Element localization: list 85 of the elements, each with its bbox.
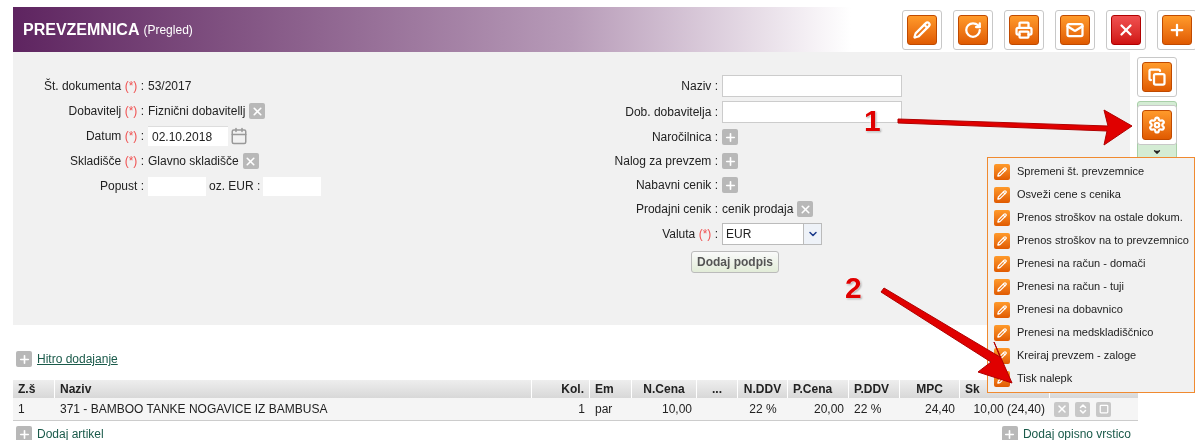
- field-label: Nabavni cenik :: [635, 177, 718, 194]
- menu-item[interactable]: Prenesi na dobavnico: [988, 298, 1194, 321]
- field-value: 53/2017: [148, 78, 192, 95]
- field-label: Valuta (*) :: [662, 226, 718, 243]
- remove-icon[interactable]: [242, 153, 259, 169]
- field-value: Glavno skladišče: [148, 153, 239, 170]
- plus-icon: [1168, 21, 1186, 39]
- add-icon[interactable]: [722, 153, 738, 169]
- settings-dropdown-button[interactable]: [1137, 101, 1177, 160]
- menu-item[interactable]: Prenesi na račun - domači: [988, 252, 1194, 275]
- remove-icon[interactable]: [249, 103, 266, 119]
- pencil-icon: [913, 21, 931, 39]
- page-title: PREVZEMNICA: [23, 19, 140, 40]
- quick-add-link[interactable]: Hitro dodajanje: [37, 350, 118, 368]
- toolbar-button[interactable]: [1157, 10, 1195, 50]
- annotation-number: 2: [845, 272, 862, 304]
- settings-button[interactable]: [1137, 105, 1177, 145]
- pencil-icon: [997, 327, 1007, 338]
- field-value: Fiznični dobavitellj: [148, 103, 246, 120]
- table-cell-text: 10,00: [660, 401, 693, 418]
- field-label: Naziv :: [681, 78, 718, 95]
- pencil-icon: [997, 235, 1007, 246]
- field-label: Dob. dobavitelja :: [625, 104, 718, 121]
- table-cell-text: 20,00: [812, 401, 845, 418]
- refresh-icon: [964, 21, 982, 39]
- pencil-icon: [997, 304, 1007, 315]
- field-label: Dobavitelj (*) :: [68, 103, 144, 120]
- menu-item[interactable]: Prenos stroškov na ostale dokum.: [988, 206, 1194, 229]
- field-label: Št. dokumenta (*) :: [43, 77, 144, 95]
- pencil-icon: [997, 166, 1007, 177]
- pencil-icon: [997, 212, 1007, 223]
- field-label: Popust :: [99, 178, 144, 195]
- toolbar-button[interactable]: [1106, 10, 1146, 50]
- sign-button[interactable]: Dodaj podpis: [691, 251, 779, 273]
- page-subtitle: (Pregled): [143, 21, 193, 39]
- field-label: oz. EUR :: [209, 178, 261, 195]
- menu-item[interactable]: Prenos stroškov na to prevzemnico: [988, 229, 1194, 252]
- copy-button[interactable]: [1137, 57, 1177, 97]
- settings-icon: [1148, 116, 1166, 134]
- annotation-number: 1: [864, 105, 881, 137]
- table-cell-text: 1: [577, 401, 586, 418]
- pencil-icon: [997, 189, 1007, 200]
- field-label: Naročilnica :: [651, 129, 718, 146]
- toolbar-button[interactable]: [953, 10, 993, 50]
- close-icon: [1117, 21, 1135, 39]
- field-label: Skladišče (*) :: [69, 153, 144, 170]
- add-link[interactable]: Dodaj opisno vrstico: [1022, 425, 1131, 440]
- delete-row-icon[interactable]: [1054, 401, 1069, 417]
- field-label: Prodajni cenik :: [635, 201, 718, 218]
- field-label: Datum (*) :: [85, 128, 144, 145]
- toolbar-button[interactable]: [1055, 10, 1095, 50]
- table-cell-text: 22 %: [853, 401, 883, 418]
- copy-icon: [1148, 68, 1166, 86]
- menu-item[interactable]: Osveži cene s cenika: [988, 183, 1194, 206]
- add-icon[interactable]: [16, 426, 32, 440]
- text-field[interactable]: [722, 75, 902, 97]
- remove-icon[interactable]: [797, 201, 814, 217]
- toolbar-button[interactable]: [902, 10, 942, 50]
- field-label: Nalog za prevzem :: [614, 153, 718, 170]
- mail-icon: [1066, 21, 1084, 39]
- caret-icon: [1152, 147, 1162, 157]
- table-cell-text: 24,40: [923, 401, 956, 418]
- pencil-icon: [997, 258, 1007, 269]
- currency-select[interactable]: EUR: [722, 223, 822, 245]
- date-field[interactable]: 02.10.2018: [148, 126, 228, 146]
- add-icon[interactable]: [16, 351, 32, 367]
- move-row-icon[interactable]: [1075, 401, 1090, 417]
- pencil-icon: [997, 281, 1007, 292]
- add-icon[interactable]: [722, 129, 738, 145]
- table-cell-text: 1: [17, 401, 26, 418]
- printer-icon: [1015, 21, 1033, 39]
- field-value: cenik prodaja: [722, 201, 794, 218]
- table-cell-text: 22 %: [748, 401, 778, 418]
- add-link[interactable]: Dodaj artikel: [37, 425, 104, 440]
- table-cell-text: 371 - BAMBOO TANKE NOGAVICE IZ BAMBUSA: [59, 401, 329, 418]
- table-cell-text: par: [594, 401, 614, 418]
- table-cell-text: 10,00 (24,40): [972, 401, 1046, 418]
- add-icon[interactable]: [722, 177, 738, 193]
- calendar-icon[interactable]: [230, 127, 248, 145]
- menu-item[interactable]: Prenesi na medskladiščnico: [988, 321, 1194, 344]
- add-icon[interactable]: [1001, 426, 1018, 440]
- menu-item[interactable]: Spremeni št. prevzemnice: [988, 160, 1194, 183]
- duplicate-row-icon[interactable]: [1096, 401, 1111, 417]
- toolbar-button[interactable]: [1004, 10, 1044, 50]
- menu-item[interactable]: Prenesi na račun - tuji: [988, 275, 1194, 298]
